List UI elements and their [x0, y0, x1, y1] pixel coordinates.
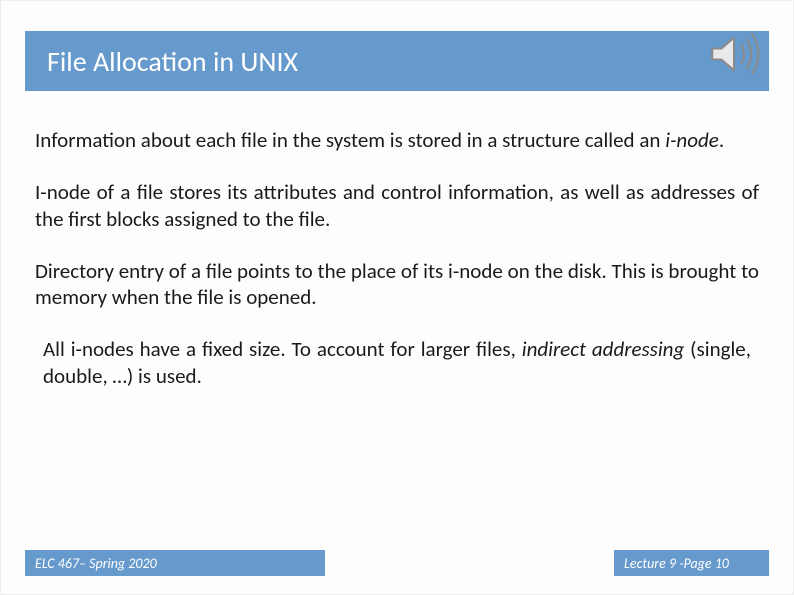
- paragraph-1: Information about each file in the syste…: [35, 127, 759, 153]
- paragraph-2: I-node of a file stores its attributes a…: [35, 179, 759, 232]
- p1-text-a: Information about each file in the syste…: [35, 127, 665, 153]
- title-bar: File Allocation in UNIX: [25, 31, 769, 91]
- p1-text-c: .: [719, 127, 724, 153]
- slide-body: Information about each file in the syste…: [35, 127, 759, 415]
- p4-text-a: All i-nodes have a fixed size. To accoun…: [43, 336, 522, 362]
- slide: File Allocation in UNIX Information abou…: [0, 0, 794, 595]
- paragraph-4: All i-nodes have a fixed size. To accoun…: [43, 336, 751, 389]
- paragraph-3: Directory entry of a file points to the …: [35, 258, 759, 311]
- footer-right-text: Lecture 9 -Page 10: [624, 555, 729, 572]
- speaker-icon: [705, 25, 763, 83]
- p1-inode-term: i-node: [665, 127, 719, 153]
- footer-right: Lecture 9 -Page 10: [614, 550, 769, 576]
- slide-title: File Allocation in UNIX: [47, 44, 298, 79]
- p4-indirect-term: indirect addressing: [522, 336, 685, 362]
- footer-left: ELC 467– Spring 2020: [25, 550, 325, 576]
- footer-left-text: ELC 467– Spring 2020: [35, 555, 157, 572]
